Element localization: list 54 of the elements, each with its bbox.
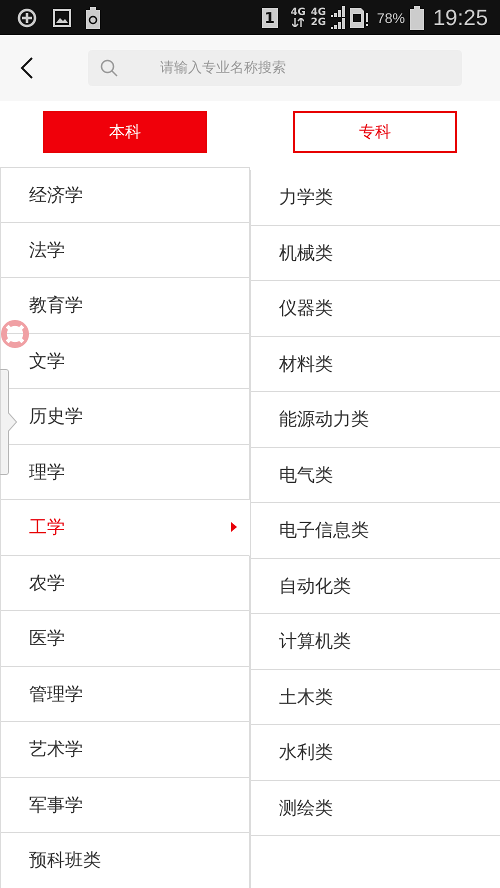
category-item[interactable]: 经济学 <box>0 167 250 222</box>
category-label: 文学 <box>29 350 65 373</box>
sim-slot-label: 1 <box>262 8 278 28</box>
data-arrows-icon <box>292 18 304 27</box>
category-item[interactable]: 预科班类 <box>0 833 250 888</box>
subcategory-item[interactable]: 材料类 <box>251 336 500 392</box>
subcategory-item[interactable]: 能源动力类 <box>251 392 500 448</box>
category-label: 理学 <box>29 460 65 484</box>
category-item[interactable]: 工学 <box>0 500 250 556</box>
subcategory-item[interactable]: 测绘类 <box>251 780 500 836</box>
category-label: 医学 <box>29 627 65 650</box>
signal-icon <box>330 6 345 30</box>
tab[interactable]: 本科 <box>43 111 207 153</box>
category-label: 工学 <box>29 516 65 540</box>
subcategory-item[interactable]: 力学类 <box>251 170 500 226</box>
category-item[interactable]: 艺术学 <box>0 722 250 778</box>
subcategory-item[interactable]: 电气类 <box>251 448 500 503</box>
tab[interactable]: 专科 <box>293 111 457 153</box>
network-type: 4G <box>310 8 326 18</box>
category-item[interactable]: 教育学 <box>0 278 250 334</box>
category-label: 预科班类 <box>29 849 101 872</box>
subcategory-item[interactable]: 计算机类 <box>251 614 500 670</box>
triangle-icon <box>231 522 237 532</box>
subcategory-item[interactable]: 仪器类 <box>251 281 500 336</box>
image-icon <box>52 8 72 28</box>
category-label: 经济学 <box>29 184 83 207</box>
category-label: 军事学 <box>29 794 83 817</box>
sim-card-icon <box>350 8 368 28</box>
category-item[interactable]: 管理学 <box>0 666 250 722</box>
back-icon <box>20 56 34 80</box>
add-circle-icon <box>16 6 38 28</box>
category-label: 艺术学 <box>29 738 83 762</box>
category-label: 法学 <box>29 238 65 262</box>
subcategory-item[interactable]: 机械类 <box>251 226 500 281</box>
search-field[interactable]: 请输入专业名称搜索 <box>88 50 462 86</box>
category-item[interactable]: 农学 <box>0 556 250 611</box>
category-label: 历史学 <box>29 405 83 428</box>
network-type: 4G <box>290 8 306 18</box>
subcategory-item[interactable]: 土木类 <box>251 670 500 725</box>
category-label: 农学 <box>29 572 65 595</box>
category-item[interactable]: 医学 <box>0 611 250 666</box>
category-item[interactable]: 军事学 <box>0 778 250 833</box>
subcategory-item[interactable]: 电子信息类 <box>251 503 500 558</box>
subcategory-item[interactable]: 水利类 <box>251 725 500 780</box>
category-item[interactable]: 法学 <box>0 222 250 278</box>
clock: 19:25 <box>432 4 488 30</box>
category-label: 教育学 <box>29 294 83 318</box>
subcategory-item[interactable]: 自动化类 <box>251 558 500 614</box>
search-icon <box>100 59 118 77</box>
battery-percent: 78% <box>376 10 405 26</box>
network-type: 2G <box>310 18 326 28</box>
floating-side-menu[interactable] <box>0 369 17 475</box>
battery-icon <box>410 6 424 30</box>
category-label: 管理学 <box>29 682 83 706</box>
